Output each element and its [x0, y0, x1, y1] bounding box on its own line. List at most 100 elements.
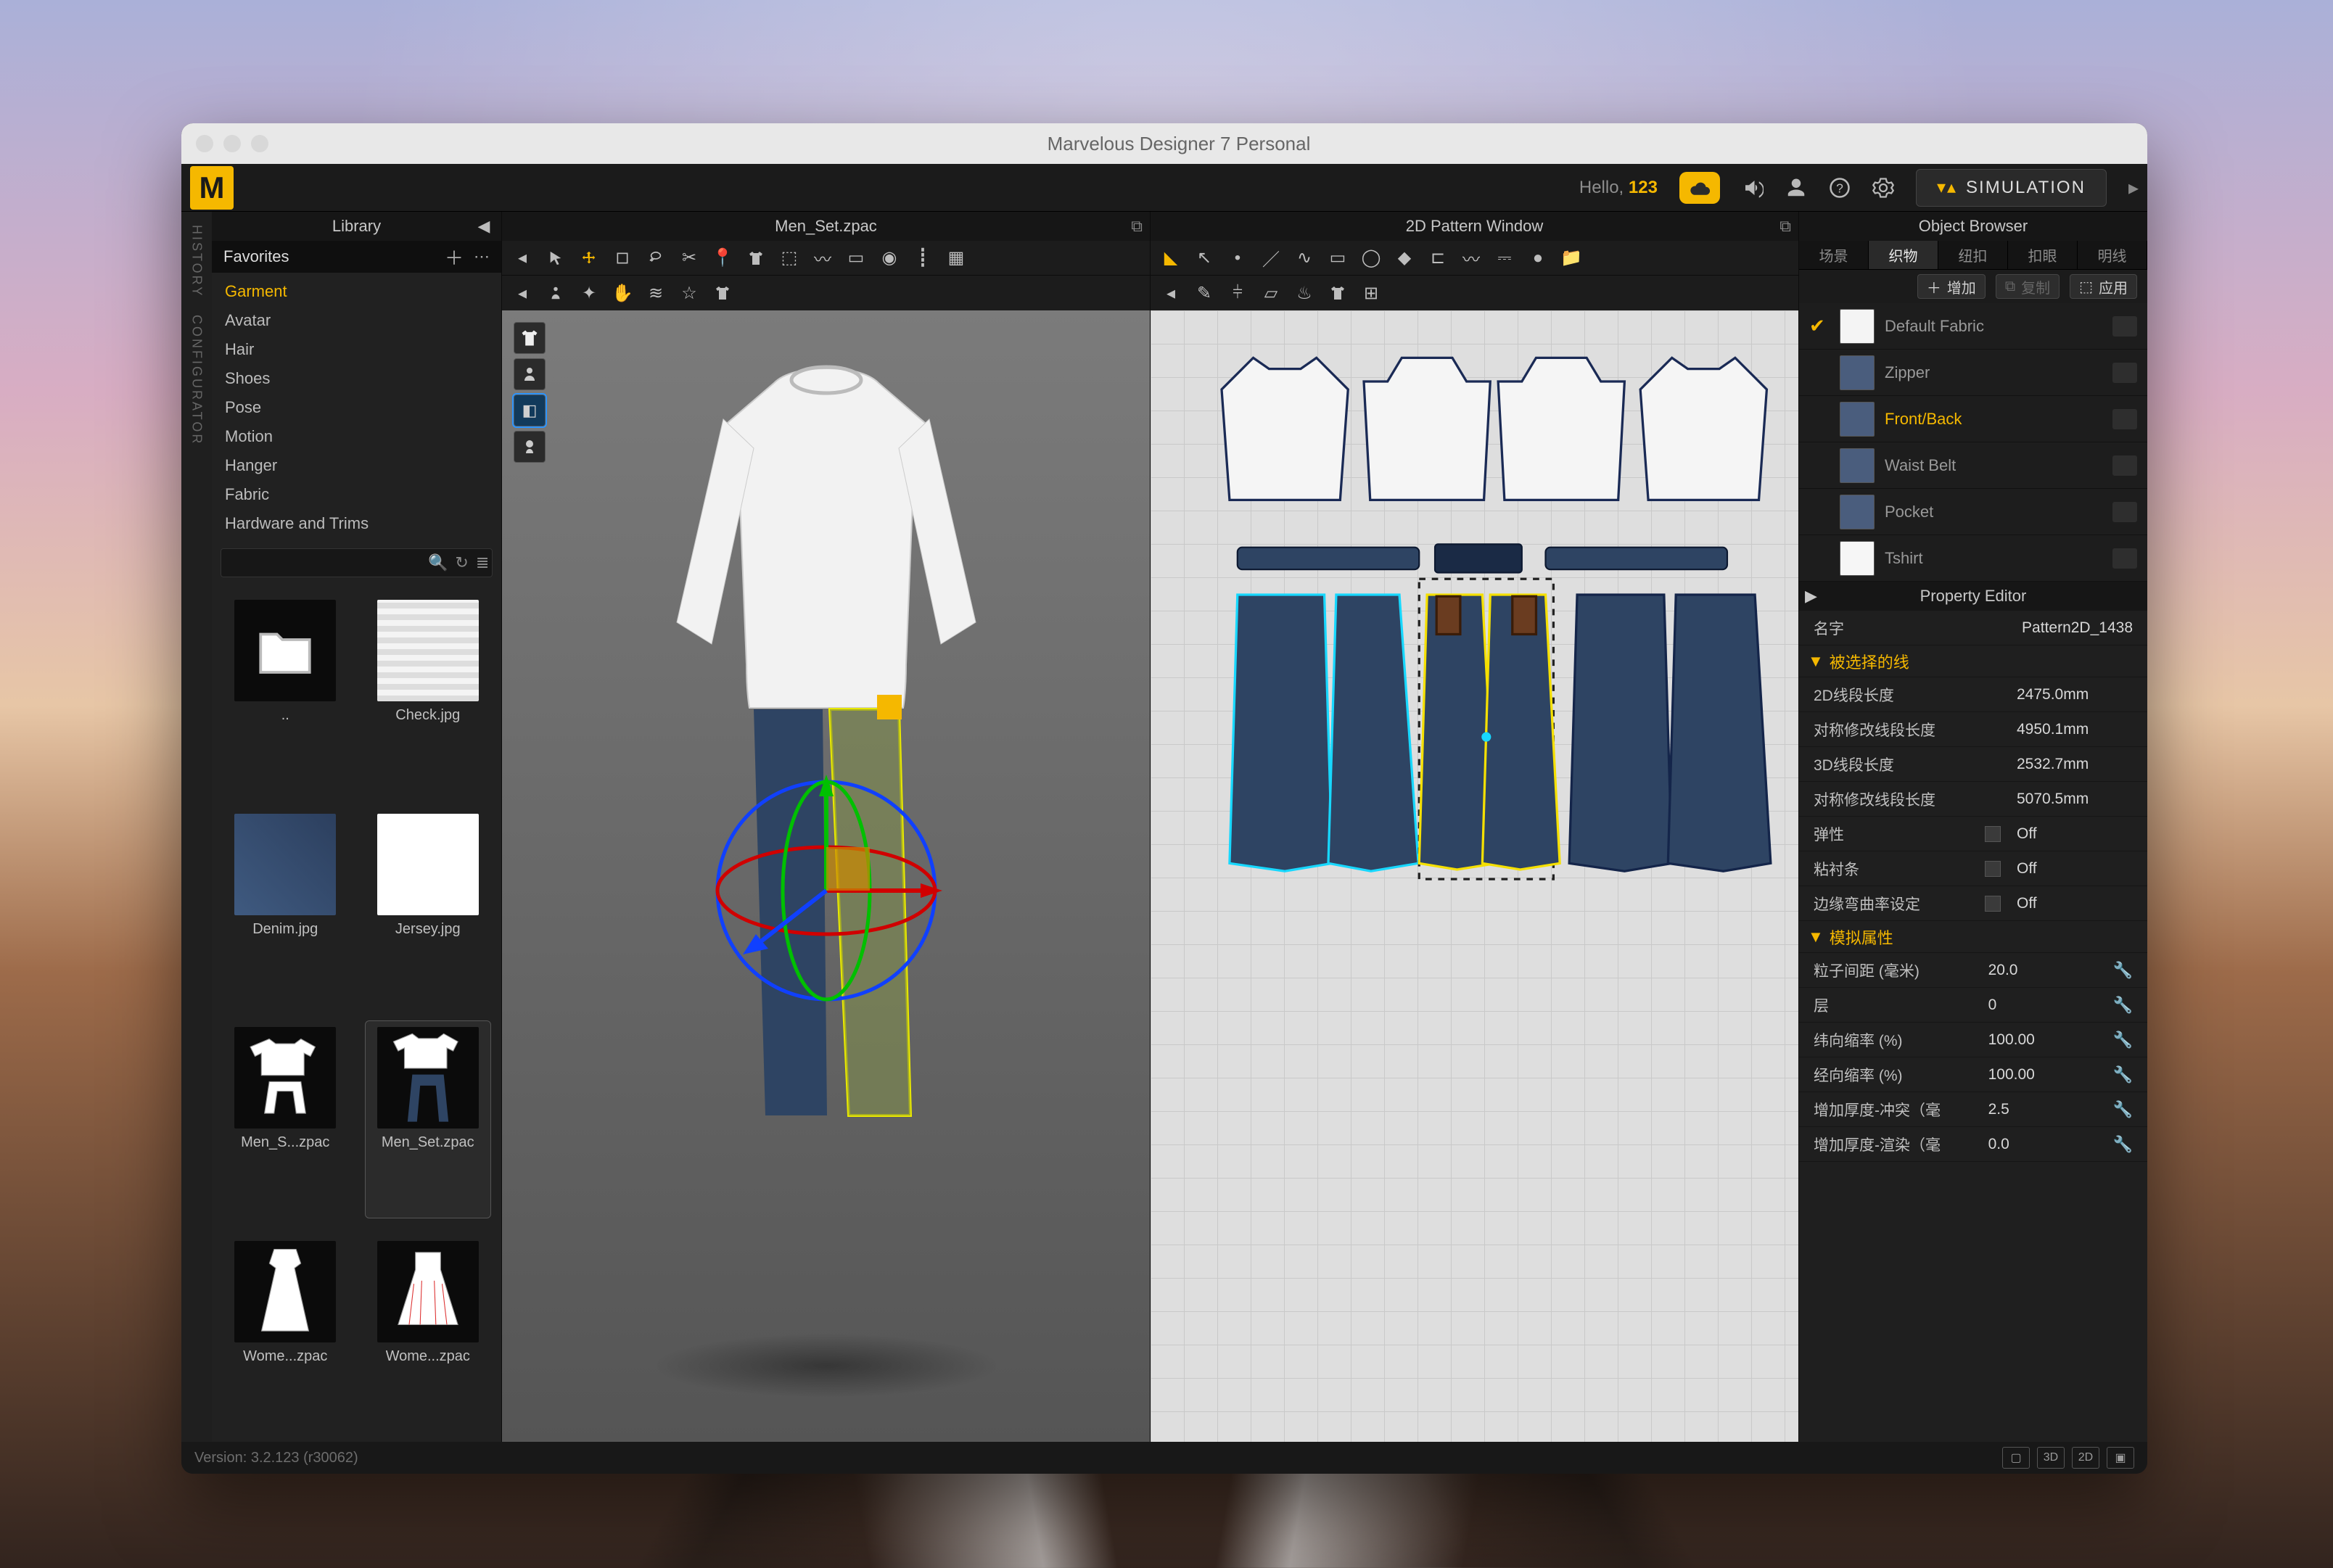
view-toggle[interactable]: ▢: [2002, 1447, 2030, 1469]
apply-button[interactable]: ⬚ 应用: [2070, 274, 2137, 299]
property-row[interactable]: 对称修改线段长度5070.5mm: [1799, 782, 2147, 817]
library-category[interactable]: Avatar: [212, 306, 501, 335]
cloud-sync-button[interactable]: [1679, 172, 1720, 204]
add-button[interactable]: ＋ 增加: [1917, 274, 1986, 299]
account-icon[interactable]: [1785, 177, 1807, 199]
tool-button-icon[interactable]: ◉: [875, 244, 904, 273]
tool-2d-folder-icon[interactable]: 📁: [1557, 244, 1586, 273]
library-thumbnail[interactable]: Men_S...zpac: [222, 1020, 349, 1218]
toggle-icon[interactable]: [1985, 826, 2001, 842]
wrench-icon[interactable]: 🔧: [2113, 961, 2133, 980]
tool-2d-rect-icon[interactable]: ▭: [1323, 244, 1352, 273]
help-icon[interactable]: ?: [1829, 177, 1851, 199]
canvas-3d[interactable]: ◧: [502, 310, 1150, 1442]
property-row[interactable]: 粒子间距 (毫米)20.0🔧: [1799, 953, 2147, 988]
tool-hand-icon[interactable]: ✋: [608, 278, 637, 308]
fabric-row[interactable]: Zipper: [1799, 350, 2147, 396]
search-icon[interactable]: 🔍: [428, 553, 448, 572]
property-row[interactable]: 对称修改线段长度4950.1mm: [1799, 712, 2147, 747]
tool-2d-edit-icon[interactable]: ↖: [1190, 244, 1219, 273]
object-browser-tab[interactable]: 扣眼: [2008, 241, 2078, 269]
library-category[interactable]: Motion: [212, 422, 501, 451]
assign-icon[interactable]: [2112, 316, 2137, 337]
library-category[interactable]: Hanger: [212, 451, 501, 480]
canvas-2d[interactable]: [1151, 310, 1798, 1442]
favorites-menu-icon[interactable]: ⋯: [474, 247, 490, 266]
tool-move-icon[interactable]: [575, 244, 604, 273]
tool-2d-dart-icon[interactable]: ◆: [1390, 244, 1419, 273]
library-thumbnail[interactable]: Wome...zpac: [365, 1234, 492, 1432]
tool-2d-select-icon[interactable]: ◣: [1156, 244, 1185, 273]
tool-2d-fill-icon[interactable]: ●: [1523, 244, 1552, 273]
configurator-tab[interactable]: CONFIGURATOR: [189, 315, 205, 445]
wrench-icon[interactable]: 🔧: [2113, 1135, 2133, 1154]
volume-icon[interactable]: [1742, 177, 1764, 199]
assign-icon[interactable]: [2112, 409, 2137, 429]
library-thumbnail[interactable]: Check.jpg: [365, 593, 492, 791]
tool-bone-icon[interactable]: ✦: [575, 278, 604, 308]
property-row[interactable]: 边缘弯曲率设定Off: [1799, 886, 2147, 921]
app-logo[interactable]: M: [190, 166, 234, 210]
search-input[interactable]: [229, 555, 421, 572]
transform-gizmo[interactable]: [696, 760, 957, 1021]
property-row[interactable]: 3D线段长度2532.7mm: [1799, 747, 2147, 782]
object-browser-tab[interactable]: 明线: [2078, 241, 2147, 269]
layer-arrangement-icon[interactable]: ◧: [514, 395, 546, 426]
tool-2d-steam-icon[interactable]: ♨: [1290, 278, 1319, 308]
assign-icon[interactable]: [2112, 548, 2137, 569]
tool-avatar-icon[interactable]: [541, 278, 570, 308]
tool-2d-sewing-icon[interactable]: ⎓: [1490, 244, 1519, 273]
tool-zipper-icon[interactable]: ┋: [908, 244, 937, 273]
library-category[interactable]: Hardware and Trims: [212, 509, 501, 538]
tool-2d-symm-icon[interactable]: ⫩: [1223, 278, 1252, 308]
tool-lasso-icon[interactable]: [641, 244, 670, 273]
library-category[interactable]: Hair: [212, 335, 501, 364]
tool-prev2-icon[interactable]: ◂: [508, 278, 537, 308]
object-browser-tab[interactable]: 织物: [1869, 241, 1938, 269]
simulation-mode-button[interactable]: ▾▴ SIMULATION: [1916, 169, 2107, 207]
tool-2d-iron-icon[interactable]: ▱: [1256, 278, 1285, 308]
wrench-icon[interactable]: 🔧: [2113, 1031, 2133, 1049]
tool-2d-trace-icon[interactable]: ✎: [1190, 278, 1219, 308]
property-section-header[interactable]: ▼ 模拟属性: [1799, 921, 2147, 953]
assign-icon[interactable]: [2112, 363, 2137, 383]
assign-icon[interactable]: [2112, 502, 2137, 522]
popout-icon[interactable]: ⧉: [1779, 217, 1791, 236]
tool-2d-point-icon[interactable]: •: [1223, 244, 1252, 273]
tool-pin-icon[interactable]: 📍: [708, 244, 737, 273]
property-row[interactable]: 经向缩率 (%)100.00🔧: [1799, 1057, 2147, 1092]
library-category[interactable]: Shoes: [212, 364, 501, 393]
tool-2d-tshirt-icon[interactable]: [1323, 278, 1352, 308]
refresh-icon[interactable]: ↻: [455, 553, 468, 572]
property-row[interactable]: 增加厚度-渲染（毫0.0🔧: [1799, 1127, 2147, 1162]
history-tab[interactable]: HISTORY: [189, 225, 205, 297]
layer-bust-icon[interactable]: [514, 431, 546, 463]
tool-wind-icon[interactable]: ≋: [641, 278, 670, 308]
tool-prev-icon[interactable]: ◂: [508, 244, 537, 273]
tool-garment-icon[interactable]: [708, 278, 737, 308]
tool-tshirt-icon[interactable]: [741, 244, 770, 273]
view-toggle[interactable]: 3D: [2037, 1447, 2065, 1469]
object-browser-tab[interactable]: 纽扣: [1938, 241, 2008, 269]
fabric-row[interactable]: ✔Default Fabric: [1799, 303, 2147, 350]
wrench-icon[interactable]: 🔧: [2113, 1100, 2133, 1119]
library-thumbnail[interactable]: Denim.jpg: [222, 807, 349, 1005]
tool-rect-icon[interactable]: [608, 244, 637, 273]
fabric-row[interactable]: Waist Belt: [1799, 442, 2147, 489]
library-thumbnail[interactable]: ..: [222, 593, 349, 791]
property-row[interactable]: 弹性Off: [1799, 817, 2147, 851]
fabric-row[interactable]: Tshirt: [1799, 535, 2147, 582]
tool-2d-circle-icon[interactable]: ◯: [1357, 244, 1386, 273]
traffic-lights[interactable]: [196, 135, 268, 152]
layer-garment-icon[interactable]: [514, 322, 546, 354]
tool-tape-icon[interactable]: ▭: [842, 244, 871, 273]
library-thumbnail[interactable]: Wome...zpac: [222, 1234, 349, 1432]
tool-texture-icon[interactable]: ▦: [942, 244, 971, 273]
layer-avatar-icon[interactable]: [514, 358, 546, 390]
wrench-icon[interactable]: 🔧: [2113, 1065, 2133, 1084]
tool-sew-icon[interactable]: 〰: [808, 244, 837, 273]
property-row[interactable]: 层0🔧: [1799, 988, 2147, 1023]
library-category[interactable]: Fabric: [212, 480, 501, 509]
tool-select-icon[interactable]: [541, 244, 570, 273]
add-favorite-icon[interactable]: ＋: [445, 244, 464, 271]
